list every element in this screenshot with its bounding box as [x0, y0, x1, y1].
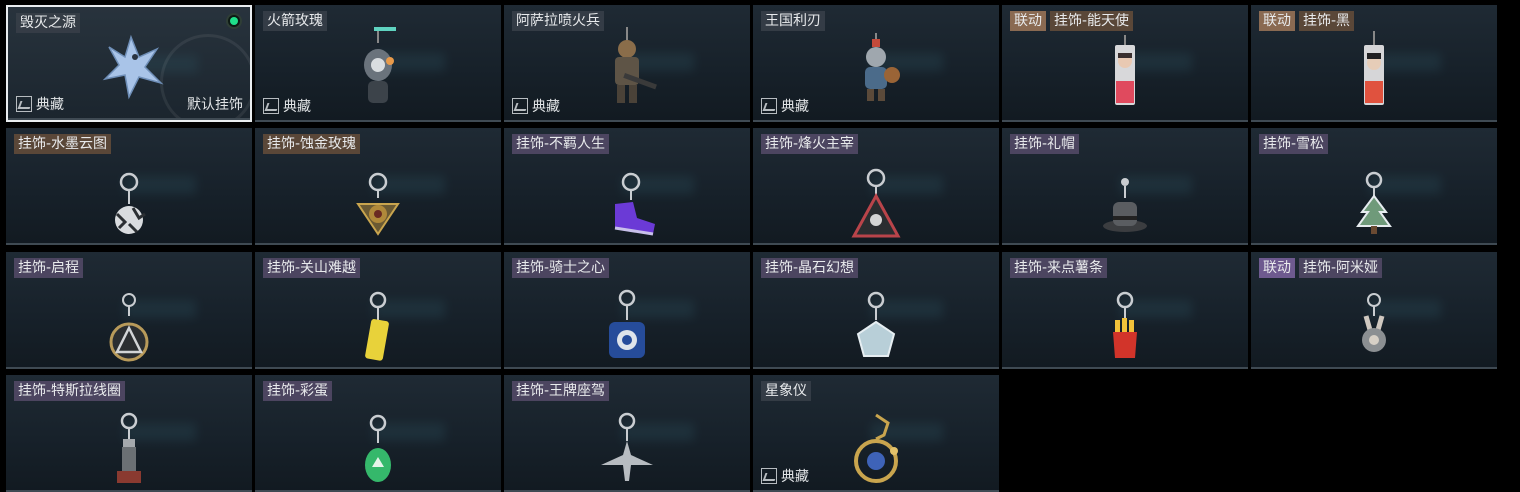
astrolabe-icon [836, 395, 916, 487]
collab-badge: 联动 [1259, 258, 1295, 278]
charm-card-9[interactable]: 挂饰-不羁人生 [504, 128, 750, 245]
charm-card-1[interactable]: 毁灭之源 典藏 默认挂饰 [6, 5, 252, 122]
charm-name: 挂饰-雪松 [1259, 134, 1329, 154]
collection-icon [16, 96, 32, 112]
charm-card-4[interactable]: 王国利刃 典藏 [753, 5, 999, 122]
top-hat-charm-icon [1085, 148, 1165, 240]
collab-badge: 联动 [1010, 11, 1046, 31]
charm-name: 挂饰-礼帽 [1010, 134, 1080, 154]
charm-card-5[interactable]: 联动 挂饰-能天使 [1002, 5, 1248, 122]
collection-badge: 典藏 [16, 94, 64, 114]
collab-badge: 联动 [1259, 11, 1295, 31]
charm-card-21[interactable]: 挂饰-王牌座驾 [504, 375, 750, 492]
charm-name: 挂饰-水墨云图 [14, 134, 112, 154]
charm-name: 挂饰-不羁人生 [512, 134, 610, 154]
charm-card-6[interactable]: 联动 挂饰-黑 [1251, 5, 1497, 122]
charm-card-17[interactable]: 挂饰-来点薯条 [1002, 252, 1248, 369]
charm-name: 挂饰-关山难越 [263, 258, 361, 278]
charm-card-14[interactable]: 挂饰-关山难越 [255, 252, 501, 369]
knight-figure-icon [836, 25, 916, 117]
collection-badge: 典藏 [512, 96, 560, 116]
charm-card-20[interactable]: 挂饰-彩蛋 [255, 375, 501, 492]
bunny-charm-icon [1334, 272, 1414, 364]
charm-name: 挂饰-能天使 [1050, 11, 1134, 31]
charm-card-16[interactable]: 挂饰-晶石幻想 [753, 252, 999, 369]
blue-shield-charm-icon [587, 272, 667, 364]
gold-rose-charm-icon [338, 148, 418, 240]
charm-name: 挂饰-蚀金玫瑰 [263, 134, 361, 154]
collection-icon [761, 468, 777, 484]
charm-card-22[interactable]: 星象仪 典藏 [753, 375, 999, 492]
tesla-coil-icon [89, 395, 169, 487]
charm-name: 挂饰-黑 [1299, 11, 1355, 31]
charm-card-2[interactable]: 火箭玫瑰 典藏 [255, 5, 501, 122]
charm-card-18[interactable]: 联动 挂饰-阿米娅 [1251, 252, 1497, 369]
charm-name: 火箭玫瑰 [263, 11, 327, 31]
collection-badge: 典藏 [263, 96, 311, 116]
charm-name: 挂饰-王牌座驾 [512, 381, 610, 401]
collection-badge: 典藏 [761, 466, 809, 486]
charm-name: 星象仪 [761, 381, 811, 401]
charm-name: 挂饰-阿米娅 [1299, 258, 1383, 278]
ring-emblem-icon [89, 272, 169, 364]
crystal-cube-icon [836, 272, 916, 364]
fries-charm-icon [1085, 272, 1165, 364]
charm-name: 毁灭之源 [16, 13, 80, 33]
charm-card-3[interactable]: 阿萨拉喷火兵 典藏 [504, 5, 750, 122]
yellow-bar-charm-icon [338, 272, 418, 364]
green-egg-charm-icon [338, 395, 418, 487]
collection-icon [761, 98, 777, 114]
charm-name: 挂饰-特斯拉线圈 [14, 381, 126, 401]
charm-name: 挂饰-骑士之心 [512, 258, 610, 278]
dragon-icon [91, 27, 171, 119]
charm-name: 阿萨拉喷火兵 [512, 11, 604, 31]
collection-icon [263, 98, 279, 114]
default-charm-label: 默认挂饰 [187, 97, 243, 113]
charm-name: 王国利刃 [761, 11, 825, 31]
charm-name: 挂饰-来点薯条 [1010, 258, 1108, 278]
soldier-figure-icon [587, 25, 667, 117]
charm-card-19[interactable]: 挂饰-特斯拉线圈 [6, 375, 252, 492]
charm-name: 挂饰-晶石幻想 [761, 258, 859, 278]
charm-card-15[interactable]: 挂饰-骑士之心 [504, 252, 750, 369]
pine-tree-charm-icon [1334, 148, 1414, 240]
charm-card-10[interactable]: 挂饰-烽火主宰 [753, 128, 999, 245]
charm-card-8[interactable]: 挂饰-蚀金玫瑰 [255, 128, 501, 245]
charm-card-12[interactable]: 挂饰-雪松 [1251, 128, 1497, 245]
robot-figure-icon [338, 25, 418, 117]
equipped-indicator-icon [226, 13, 242, 29]
chibi-black-icon [1334, 25, 1414, 117]
charm-card-11[interactable]: 挂饰-礼帽 [1002, 128, 1248, 245]
chibi-angel-icon [1085, 25, 1165, 117]
charm-name: 挂饰-烽火主宰 [761, 134, 859, 154]
charm-card-13[interactable]: 挂饰-启程 [6, 252, 252, 369]
charm-name: 挂饰-启程 [14, 258, 84, 278]
charm-name: 挂饰-彩蛋 [263, 381, 333, 401]
charm-card-7[interactable]: 挂饰-水墨云图 [6, 128, 252, 245]
collection-icon [512, 98, 528, 114]
ball-charm-icon [89, 148, 169, 240]
sneaker-charm-icon [587, 148, 667, 240]
collection-badge: 典藏 [761, 96, 809, 116]
triangle-badge-icon [836, 148, 916, 240]
jet-plane-charm-icon [587, 395, 667, 487]
